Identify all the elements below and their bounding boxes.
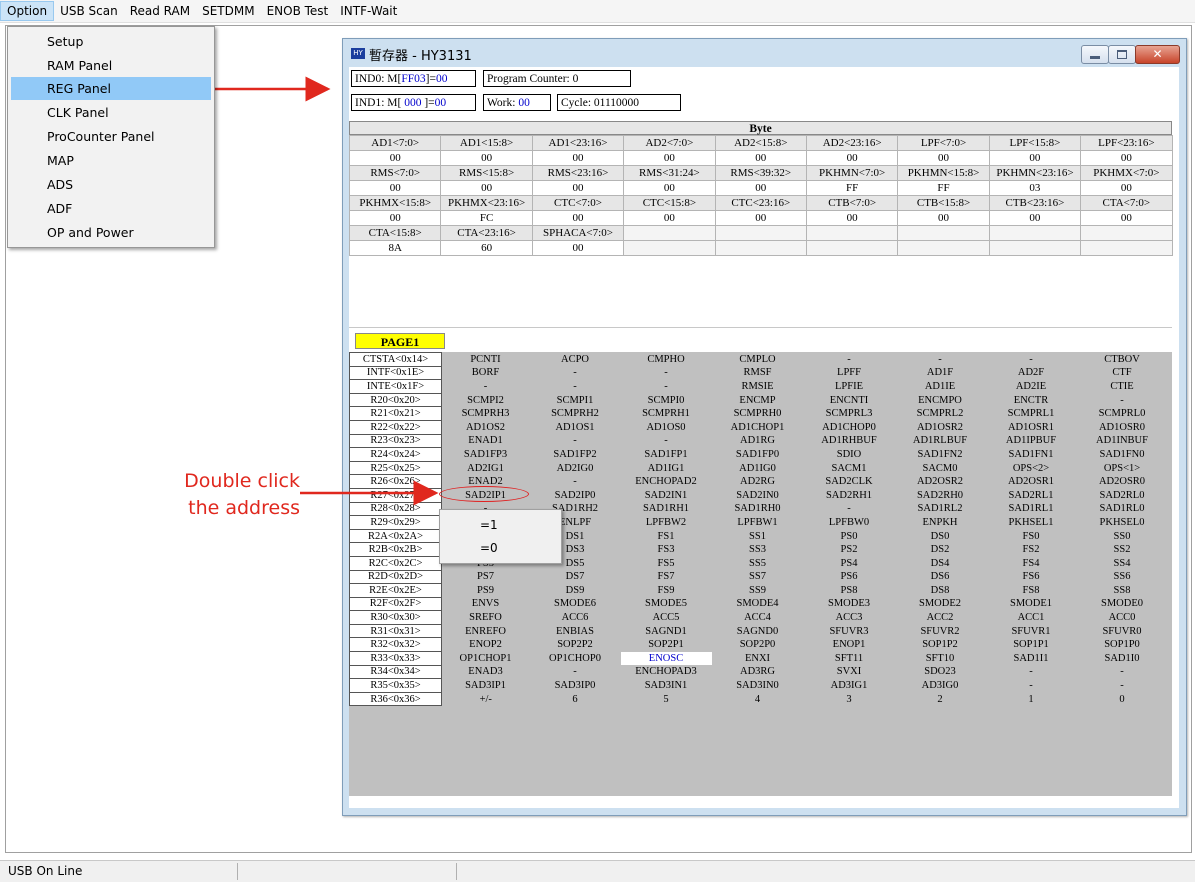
menu-item-map[interactable]: MAP [11, 149, 211, 172]
menu-item-ads[interactable]: ADS [11, 173, 211, 196]
menu-item-clk-panel[interactable]: CLK Panel [11, 101, 211, 124]
option-dropdown-menu: Setup RAM Panel REG Panel CLK Panel ProC… [7, 26, 215, 248]
menu-item-ram-panel[interactable]: RAM Panel [11, 54, 211, 77]
menu-item-procounter-panel[interactable]: ProCounter Panel [11, 125, 211, 148]
menu-item-setup[interactable]: Setup [11, 30, 211, 53]
menu-item-reg-panel[interactable]: REG Panel [11, 77, 211, 100]
menu-item-op-and-power[interactable]: OP and Power [11, 221, 211, 244]
menu-item-adf[interactable]: ADF [11, 197, 211, 220]
